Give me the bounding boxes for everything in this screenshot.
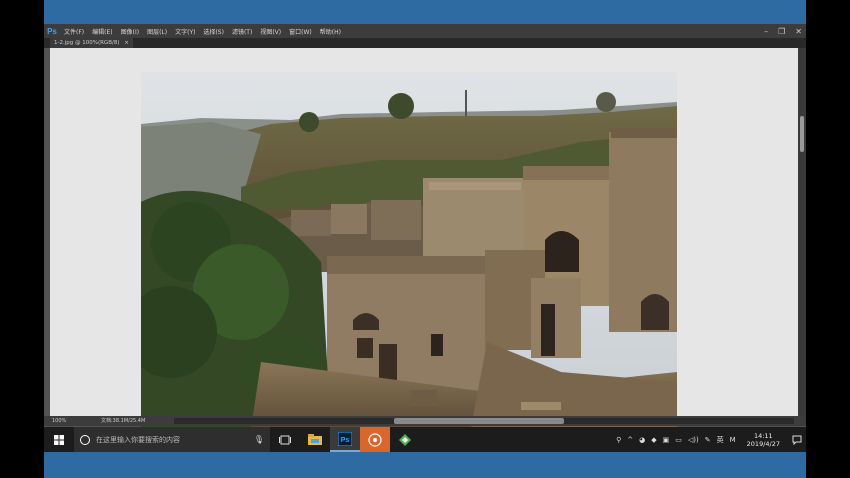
- menu-select[interactable]: 选择(S): [199, 27, 228, 36]
- window-controls: – ❐ ✕: [764, 24, 802, 38]
- document-size: 文档:38.1M/25.4M: [101, 418, 146, 424]
- notification-icon: [792, 435, 802, 445]
- document-tab-label: 1-2.jpg @ 100%(RGB/8): [54, 40, 120, 46]
- photoshop-window: Ps 文件(F) 编辑(E) 图像(I) 图层(L) 文字(Y) 选择(S) 滤…: [44, 24, 806, 428]
- svg-text:Ps: Ps: [341, 437, 350, 444]
- green-app-icon: [399, 433, 411, 446]
- start-button[interactable]: [44, 427, 74, 452]
- battery-icon[interactable]: ▭: [672, 436, 685, 444]
- clock-time: 14:11: [753, 431, 773, 440]
- clock[interactable]: 14:11 2019/4/27: [739, 432, 788, 448]
- menu-layer[interactable]: 图层(L): [143, 27, 171, 36]
- close-button[interactable]: ✕: [795, 27, 802, 36]
- file-explorer-button[interactable]: [300, 427, 330, 452]
- ime-mode[interactable]: M: [727, 436, 739, 444]
- menu-bar: Ps 文件(F) 编辑(E) 图像(I) 图层(L) 文字(Y) 选择(S) 滤…: [44, 24, 806, 38]
- show-hidden-icons-icon[interactable]: ^: [624, 436, 636, 444]
- menu-filter[interactable]: 滤镜(T): [228, 27, 256, 36]
- clock-date: 2019/4/27: [746, 439, 780, 448]
- document-tab[interactable]: 1-2.jpg @ 100%(RGB/8) ×: [50, 38, 133, 48]
- task-view-icon: [279, 435, 291, 444]
- pen-icon[interactable]: ✎: [702, 436, 714, 444]
- cortana-circle-icon[interactable]: [80, 434, 90, 445]
- document-tab-bar: 1-2.jpg @ 100%(RGB/8) ×: [44, 38, 806, 48]
- photoshop-taskbar-button[interactable]: Ps: [330, 427, 360, 452]
- taskbar: 在这里输入你要搜索的内容 🎙 Ps ⚲ ^ ◕ ◆ ▣ ▭ ◁)) ✎ 英 M …: [44, 427, 806, 452]
- ime-language[interactable]: 英: [714, 435, 727, 445]
- minimize-button[interactable]: –: [764, 27, 768, 36]
- menu-file[interactable]: 文件(F): [60, 27, 88, 36]
- zoom-level[interactable]: 100%: [52, 416, 66, 426]
- menu-type[interactable]: 文字(Y): [171, 27, 199, 36]
- network-tray-icon[interactable]: ◆: [648, 436, 659, 444]
- menu-window[interactable]: 窗口(W): [285, 27, 316, 36]
- canvas-area[interactable]: [50, 48, 798, 428]
- horizontal-scrollbar[interactable]: [174, 418, 794, 424]
- people-icon[interactable]: ⚲: [613, 436, 624, 444]
- video-frame: Ps 文件(F) 编辑(E) 图像(I) 图层(L) 文字(Y) 选择(S) 滤…: [0, 0, 850, 478]
- document-photo[interactable]: [141, 72, 677, 428]
- taskbar-search-box[interactable]: 在这里输入你要搜索的内容 🎙: [74, 427, 270, 452]
- file-explorer-icon: [308, 434, 322, 445]
- search-placeholder: 在这里输入你要搜索的内容: [96, 435, 180, 444]
- status-bar: 100% 文档:38.1M/25.4M: [44, 416, 806, 426]
- volume-icon[interactable]: ◁)): [685, 436, 702, 444]
- menu-edit[interactable]: 编辑(E): [88, 27, 116, 36]
- menu-view[interactable]: 视图(V): [256, 27, 285, 36]
- photoshop-logo-icon[interactable]: Ps: [44, 24, 60, 38]
- tab-close-icon[interactable]: ×: [124, 40, 129, 46]
- music-player-button[interactable]: [360, 427, 390, 452]
- action-center-button[interactable]: [788, 427, 806, 452]
- horizontal-scroll-thumb[interactable]: [394, 418, 564, 424]
- task-view-button[interactable]: [270, 427, 300, 452]
- menu-help[interactable]: 帮助(H): [316, 27, 345, 36]
- desktop-bottom-area: [44, 452, 806, 478]
- maximize-button[interactable]: ❐: [778, 27, 785, 36]
- vertical-scroll-thumb[interactable]: [800, 116, 804, 152]
- microphone-icon[interactable]: 🎙: [254, 435, 264, 444]
- chrome-tray-icon[interactable]: ◕: [636, 436, 648, 444]
- green-app-button[interactable]: [390, 427, 420, 452]
- vertical-scrollbar[interactable]: [798, 48, 806, 416]
- app-tray-icon[interactable]: ▣: [660, 436, 673, 444]
- music-player-icon: [368, 432, 382, 447]
- village-ruins-image: [141, 72, 677, 428]
- windows-icon: [54, 434, 64, 445]
- photoshop-icon: Ps: [338, 431, 352, 446]
- desktop-screen: Ps 文件(F) 编辑(E) 图像(I) 图层(L) 文字(Y) 选择(S) 滤…: [44, 0, 806, 478]
- system-tray: ⚲ ^ ◕ ◆ ▣ ▭ ◁)) ✎ 英 M 14:11 2019/4/27: [613, 427, 806, 452]
- menu-image[interactable]: 图像(I): [117, 27, 143, 36]
